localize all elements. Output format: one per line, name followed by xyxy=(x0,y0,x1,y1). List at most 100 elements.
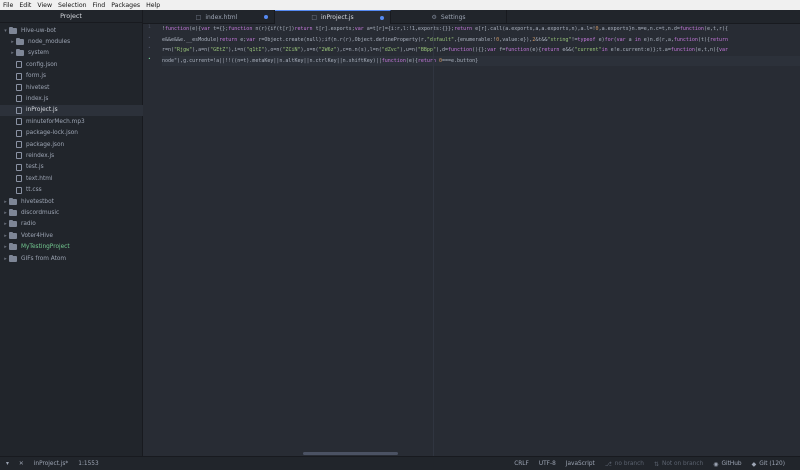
github-icon: ◉ xyxy=(713,460,719,468)
chevron-right-icon: ▸ xyxy=(4,209,7,216)
tab-label: Settings xyxy=(440,13,466,21)
chevron-right-icon: ▸ xyxy=(11,38,14,45)
encoding-selector[interactable]: UTF-8 xyxy=(539,461,556,467)
tree-item-label: radio xyxy=(21,221,36,228)
folder-icon xyxy=(9,197,17,205)
tree-item-inproject-js[interactable]: inProject.js xyxy=(0,104,143,116)
branch-label: no branch xyxy=(614,461,644,467)
tree-item-label: index.js xyxy=(26,95,49,102)
tree-item-form-js[interactable]: form.js xyxy=(0,71,143,82)
tab-inproject-js[interactable]: □ inProject.js xyxy=(275,10,391,24)
folder-icon xyxy=(9,254,17,262)
folder-icon xyxy=(9,26,17,34)
tree-item-label: GIFs from Atom xyxy=(21,255,67,262)
remote-status[interactable]: ⇅ Not on branch xyxy=(654,461,703,468)
tree-project-mytestingproject[interactable]: ▸ MyTestingProject xyxy=(0,242,143,253)
line-ending-selector[interactable]: CRLF xyxy=(514,461,529,467)
git-label: Git (120) xyxy=(759,461,785,467)
status-file-name[interactable]: inProject.js* xyxy=(34,461,69,467)
tree-view: Project ▾ Hive-uw-bot ▸ node_modules ▸ system… xyxy=(0,10,143,456)
tree-item-label: node_modules xyxy=(28,38,71,45)
tab-index-html[interactable]: □ index.html xyxy=(159,10,275,24)
tree-item-label: minuteforMech.mp3 xyxy=(26,118,85,125)
tree-project-gifs-from-atom[interactable]: ▸ GIFs from Atom xyxy=(0,253,143,264)
tree-item-label: form.js xyxy=(26,73,46,80)
tree-item-label: text.html xyxy=(26,175,53,182)
tree-project-radio[interactable]: ▸ radio xyxy=(0,219,143,230)
file-icon xyxy=(16,106,22,114)
tree-item-node-modules[interactable]: ▸ node_modules xyxy=(0,36,143,47)
tree-item-system[interactable]: ▸ system xyxy=(0,48,143,59)
tree-item-label: tt.css xyxy=(26,187,42,194)
remote-label: Not on branch xyxy=(662,461,704,467)
menu-item-edit[interactable]: Edit xyxy=(19,2,31,9)
tree-project-hivetestbot[interactable]: ▸ hivetestbot xyxy=(0,196,143,207)
menu-item-file[interactable]: File xyxy=(3,2,13,9)
code-editor[interactable]: 1 • • • !function(e){var t={};function n(r)… xyxy=(143,24,800,456)
tree-item-package-json[interactable]: package.json xyxy=(0,139,143,150)
line-number: • xyxy=(148,46,151,51)
menu-item-find[interactable]: Find xyxy=(93,2,106,9)
menu-item-packages[interactable]: Packages xyxy=(111,2,140,9)
folder-icon xyxy=(9,220,17,228)
horizontal-scrollbar[interactable] xyxy=(303,452,398,455)
code-line[interactable]: e&&e&&e.__esModule)return e;var r=Object… xyxy=(162,35,728,45)
file-icon xyxy=(16,118,22,126)
tree-item-text-html[interactable]: text.html xyxy=(0,173,143,184)
tree-view-title: Project xyxy=(0,10,142,23)
menu-item-selection[interactable]: Selection xyxy=(58,2,87,9)
tree-item-label: hivetest xyxy=(26,84,50,91)
tree-item-label: reindex.js xyxy=(26,152,55,159)
file-icon xyxy=(16,175,22,183)
tree-root-hive-uw-bot[interactable]: ▾ Hive-uw-bot xyxy=(0,25,143,36)
tree-project-voter4hive[interactable]: ▸ Voter4Hive xyxy=(0,230,143,241)
git-panel-toggle[interactable]: ◆ Git (120) xyxy=(752,461,785,468)
menu-item-help[interactable]: Help xyxy=(146,2,160,9)
close-icon[interactable]: ✕ xyxy=(19,461,24,467)
tree-item-config-json[interactable]: config.json xyxy=(0,59,143,70)
tree-item-label: inProject.js xyxy=(26,107,58,114)
tree-item-hivetest[interactable]: hivetest xyxy=(0,82,143,93)
git-icon: ◆ xyxy=(751,460,757,468)
tree-item-label: package.json xyxy=(26,141,65,148)
branch-status[interactable]: ⎇ no branch xyxy=(605,461,644,468)
modified-indicator xyxy=(264,15,268,19)
tree-project-discordmusic[interactable]: ▸ discordmusic xyxy=(0,207,143,218)
github-panel-toggle[interactable]: ◉ GitHub xyxy=(713,461,741,468)
file-icon xyxy=(16,163,22,171)
tab-label: index.html xyxy=(205,13,238,21)
file-icon xyxy=(16,152,22,160)
code-line[interactable]: r=n("Rjgw"),a=n("GEtZ"),i=n("q1tI"),o=n(… xyxy=(162,45,728,55)
status-bar: ▾ ✕ inProject.js* 1:1553 CRLF UTF-8 Java… xyxy=(0,456,800,470)
file-icon xyxy=(16,72,22,80)
folder-icon xyxy=(9,231,17,239)
grammar-selector[interactable]: JavaScript xyxy=(566,461,595,467)
modified-indicator xyxy=(380,16,384,20)
chevron-right-icon: ▸ xyxy=(4,255,7,262)
tree-item-package-lock-json[interactable]: package-lock.json xyxy=(0,128,143,139)
menu-item-view[interactable]: View xyxy=(37,2,52,9)
tree-item-test-js[interactable]: test.js xyxy=(0,162,143,173)
tree-item-tt-css[interactable]: tt.css xyxy=(0,185,143,196)
panel-toggle-icon[interactable]: ▾ xyxy=(6,461,9,467)
tree-item-label: discordmusic xyxy=(21,209,60,216)
wrap-guide xyxy=(433,24,434,456)
line-number-gutter: 1 • • • xyxy=(143,24,158,456)
menu-bar: File Edit View Selection Find Packages Help xyxy=(0,0,800,10)
tree-item-minuteformech-mp3[interactable]: minuteforMech.mp3 xyxy=(0,116,143,127)
code-line[interactable]: !function(e){var t={};function n(r){if(t… xyxy=(162,24,728,34)
file-icon xyxy=(16,95,22,103)
chevron-right-icon: ▸ xyxy=(4,198,7,205)
line-number: • xyxy=(148,56,151,62)
cursor-position[interactable]: 1:1553 xyxy=(78,461,98,467)
tree-item-label: hivetestbot xyxy=(21,198,54,205)
code-line[interactable]: node"),g.current=!a||!!((n=t).metaKey||n… xyxy=(162,55,800,66)
tree-item-index-js[interactable]: index.js xyxy=(0,93,143,104)
file-icon xyxy=(16,129,22,137)
tree-item-reindex-js[interactable]: reindex.js xyxy=(0,150,143,161)
folder-icon xyxy=(9,208,17,216)
tree-item-label: config.json xyxy=(26,61,58,68)
tab-settings[interactable]: ⚙ Settings xyxy=(391,10,507,24)
file-icon xyxy=(16,186,22,194)
chevron-down-icon: ▾ xyxy=(4,27,7,34)
